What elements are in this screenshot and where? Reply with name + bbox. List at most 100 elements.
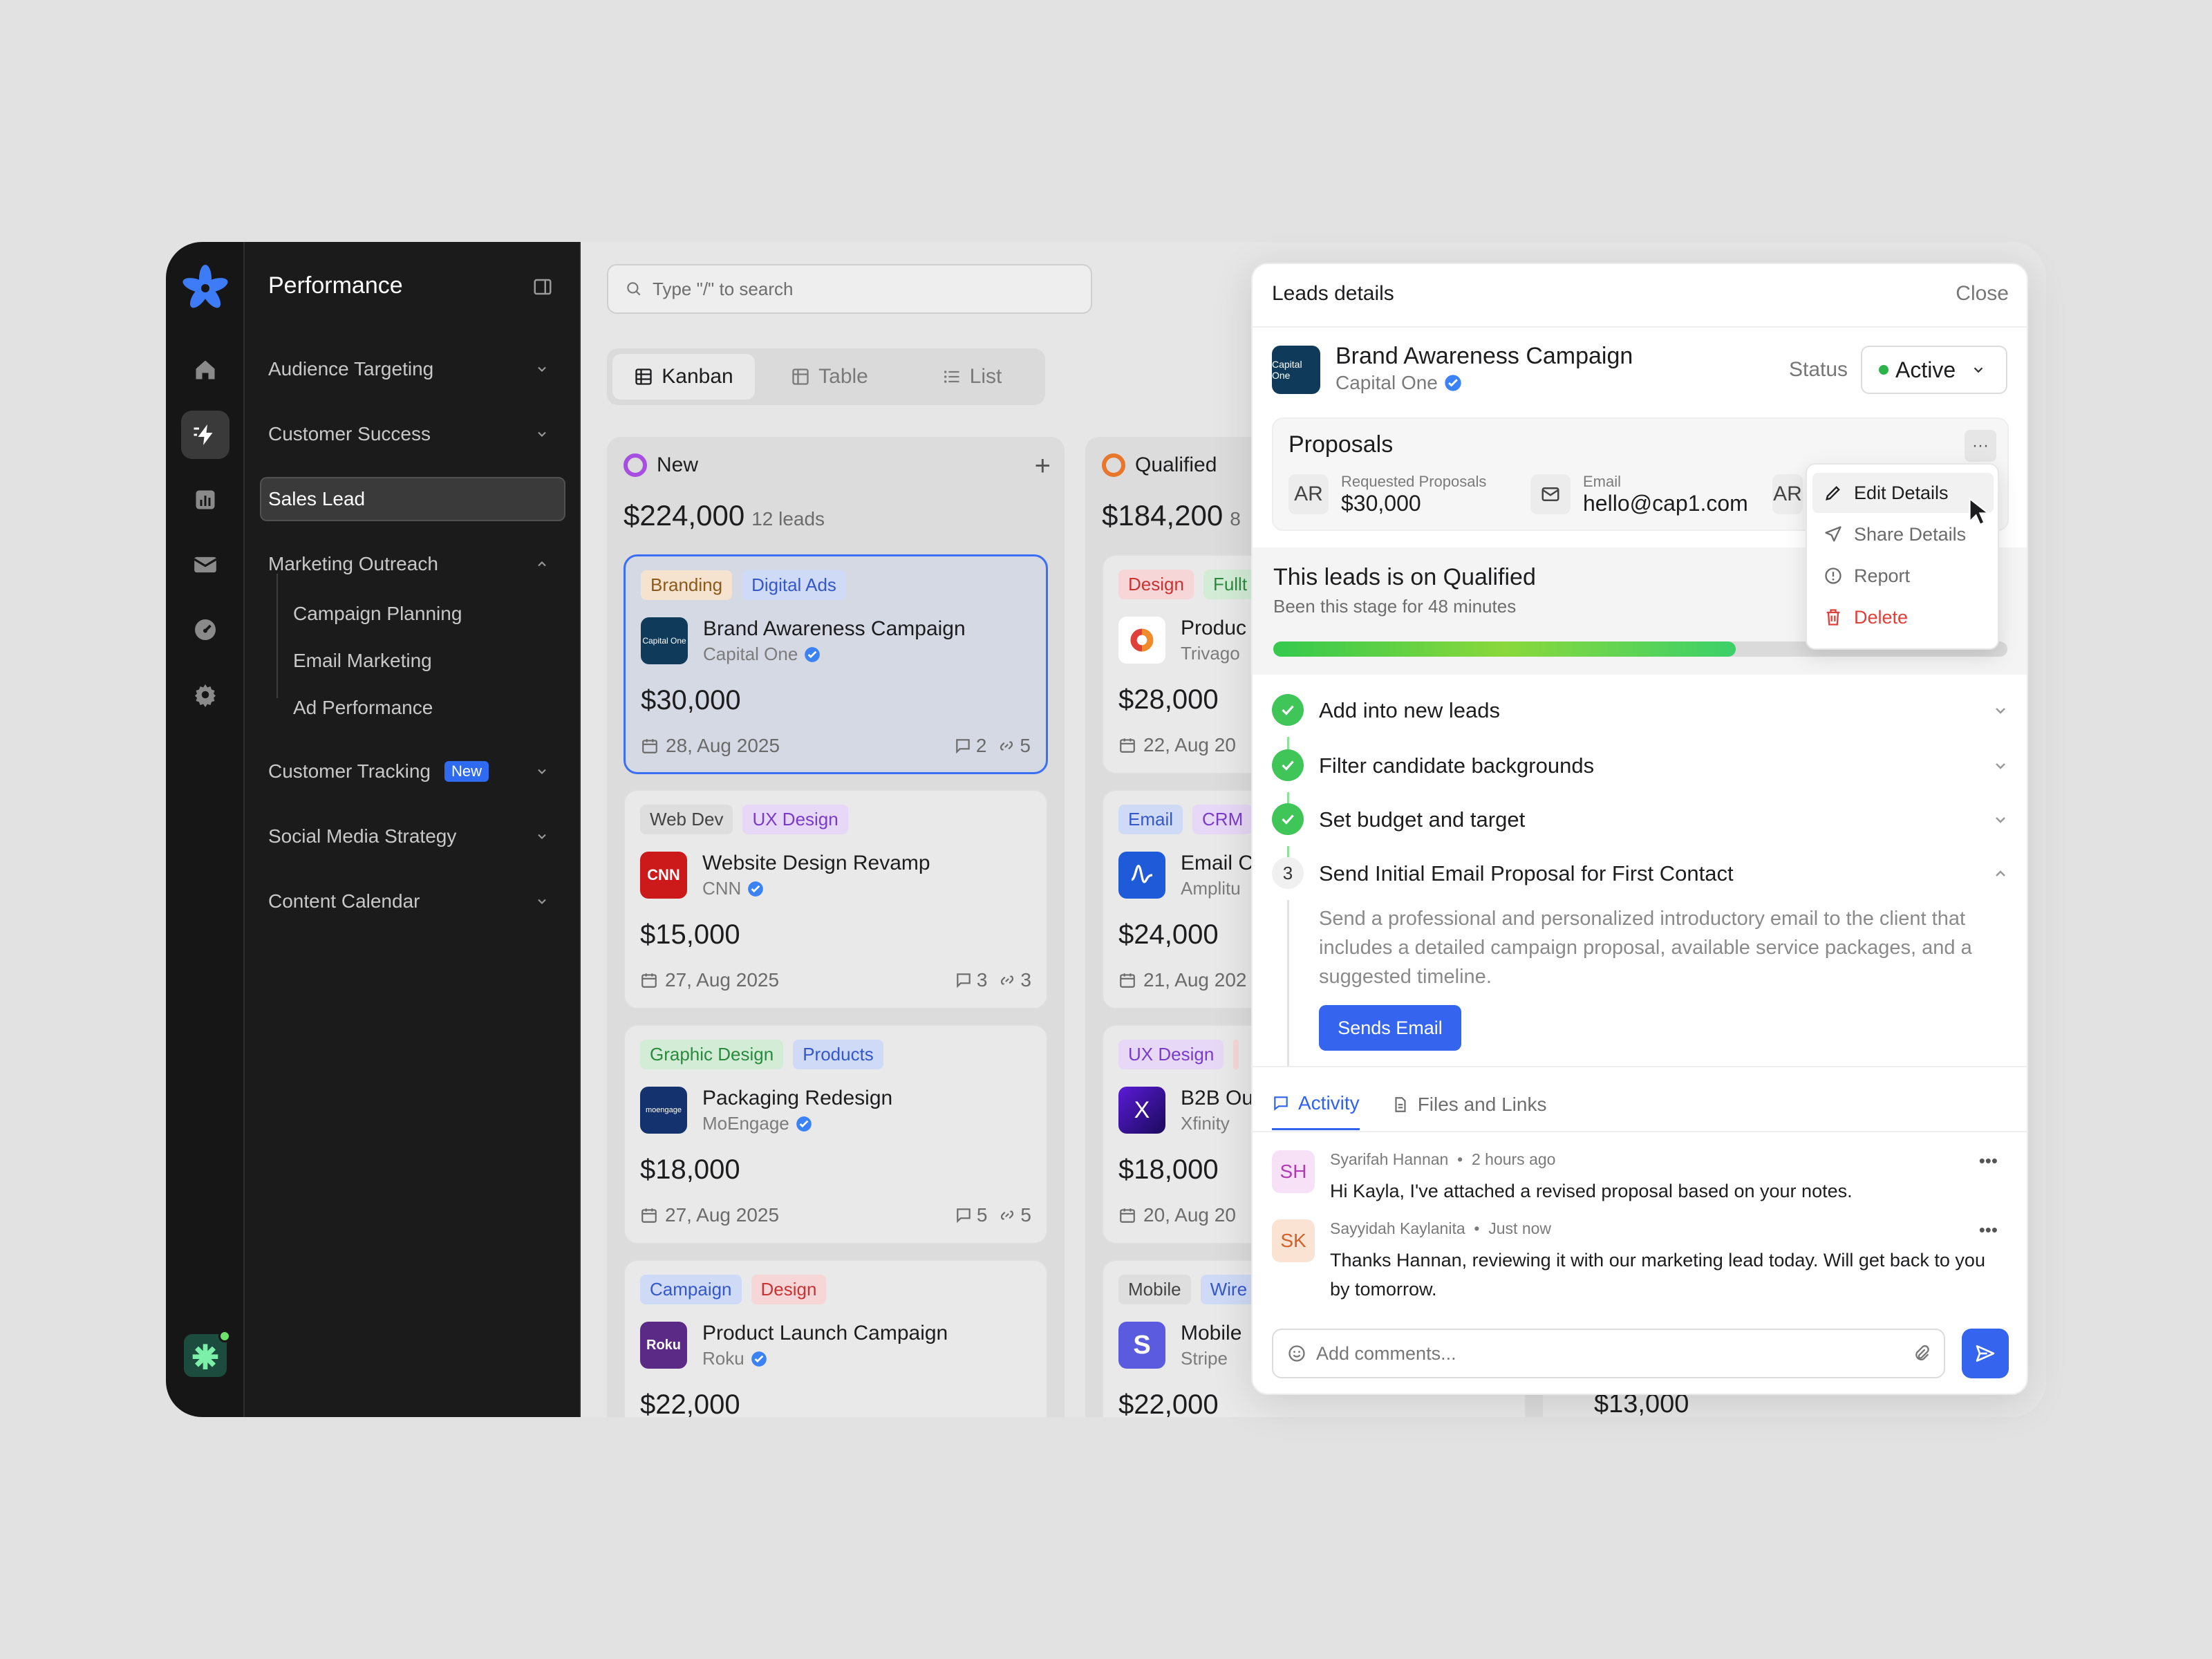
sidebar-item-customer-success[interactable]: Customer Success (268, 412, 559, 456)
divider (1253, 1131, 2027, 1132)
tag: Design (751, 1275, 827, 1304)
step-item[interactable]: Filter candidate backgrounds (1272, 745, 2009, 787)
calendar-icon (641, 1208, 657, 1223)
sidebar-collapse-icon[interactable] (532, 276, 553, 297)
sidebar-item-sales-lead[interactable]: Sales Lead (260, 477, 565, 521)
share-send-icon (1825, 526, 1841, 542)
sidebar-item-label: Customer Success (268, 423, 431, 444)
sidebar-item-customer-tracking[interactable]: Customer Tracking New (268, 749, 559, 794)
comment-item: SK Sayyidah Kaylanita • Just now Thanks … (1272, 1219, 2009, 1309)
lead-meta: 25 (954, 735, 1031, 757)
kanban-column-new: New + $224,000 12 leads Branding Digital A… (607, 437, 1065, 1417)
link-icon (1001, 975, 1014, 985)
sidebar-item-social-media-strategy[interactable]: Social Media Strategy (268, 814, 559, 859)
mouse-cursor-icon (1969, 498, 1989, 527)
workspace-avatar[interactable] (184, 1330, 231, 1377)
step-item-expanded[interactable]: 3 Send Initial Email Proposal for First … (1272, 853, 2009, 894)
lead-company: MoEngage (702, 1113, 813, 1134)
step-item[interactable]: Set budget and target (1272, 799, 2009, 841)
column-title: Qualified (1135, 453, 1217, 476)
menu-item-share-details[interactable]: Share Details (1812, 514, 1994, 554)
lead-amount: $28,000 (1118, 684, 1219, 715)
add-lead-button[interactable]: + (1035, 451, 1051, 482)
lead-title: Website Design Revamp (702, 852, 930, 874)
lead-card[interactable]: Web Dev UX Design CNN Website Design Reva… (624, 789, 1048, 1009)
sidebar-item-content-calendar[interactable]: Content Calendar (268, 879, 559, 924)
sidebar-subitem-email-marketing[interactable]: Email Marketing (293, 650, 432, 672)
chevron-down-icon (1996, 763, 2005, 769)
menu-item-delete[interactable]: Delete (1812, 597, 1994, 637)
mail-icon[interactable] (181, 541, 229, 589)
trash-icon (1826, 609, 1840, 626)
lead-card[interactable]: Campaign Design Roku Product Launch Campa… (624, 1259, 1048, 1417)
comment-icon (957, 973, 971, 988)
calendar-icon (1120, 1208, 1135, 1223)
tab-table[interactable]: Table (760, 354, 899, 400)
lead-title: Mobile (1181, 1322, 1242, 1344)
search-input[interactable]: Type "/" to search (607, 264, 1092, 314)
home-icon[interactable] (181, 346, 229, 394)
step-description: Send a professional and personalized int… (1319, 908, 1972, 988)
check-circle-icon (1272, 803, 1304, 835)
tag: Graphic Design (640, 1040, 784, 1069)
step-item[interactable]: Add into new leads (1272, 690, 2009, 731)
send-button[interactable] (1962, 1329, 2009, 1378)
lead-card[interactable]: Graphic Design Products moengage Packagin… (624, 1024, 1048, 1244)
lead-company: Stripe (1181, 1348, 1228, 1369)
step-title: Send Initial Email Proposal for First Co… (1319, 861, 1734, 885)
tab-activity[interactable]: Activity (1272, 1092, 1360, 1130)
tag: Fullt (1203, 570, 1257, 599)
comment-more-button[interactable]: ••• (1979, 1150, 1998, 1172)
sidebar-item-audience-targeting[interactable]: Audience Targeting (268, 347, 559, 391)
lead-date: 28, Aug 2025 (641, 735, 780, 757)
kanban-grid-icon (635, 368, 652, 385)
settings-gear-icon[interactable] (181, 671, 229, 719)
sidebar-subitem-campaign-planning[interactable]: Campaign Planning (293, 603, 462, 625)
sidebar: Performance Audience Targeting Customer … (245, 242, 581, 1417)
sidebar-item-marketing-outreach[interactable]: Marketing Outreach (268, 542, 559, 586)
sends-email-button[interactable]: Sends Email (1319, 1005, 1461, 1051)
lead-card[interactable]: Branding Digital Ads Capital One Brand Aw… (624, 554, 1048, 774)
list-icon (944, 371, 959, 383)
comment-input[interactable]: Add comments... (1272, 1329, 1945, 1378)
status-dropdown[interactable]: Active (1861, 346, 2007, 394)
lead-amount: $22,000 (640, 1389, 740, 1417)
more-options-button[interactable]: ··· (1965, 430, 1996, 462)
lead-date: 21, Aug 202 (1118, 969, 1246, 991)
brand-logo-icon (181, 264, 229, 312)
tag: Web Dev (640, 805, 733, 834)
stage-duration: Been this stage for 48 minutes (1273, 596, 1517, 617)
gauge-icon[interactable] (181, 606, 229, 654)
verified-badge-icon (805, 646, 821, 662)
activity-tabs: Activity Files and Links (1272, 1092, 1546, 1130)
mail-icon (1530, 474, 1571, 514)
step-title: Filter candidate backgrounds (1319, 753, 1595, 778)
step-connector (1287, 900, 1289, 1066)
sidebar-item-label: Customer Tracking (268, 760, 431, 782)
tag: UX Design (1118, 1040, 1224, 1069)
lead-company: Xfinity (1181, 1113, 1230, 1134)
chart-icon[interactable] (181, 476, 229, 524)
chevron-down-icon (535, 830, 549, 843)
avatar: AR (1288, 474, 1329, 514)
chevron-down-icon (535, 894, 549, 908)
divider (1253, 326, 2027, 328)
lead-title: Email C (1181, 852, 1254, 874)
menu-item-edit-details[interactable]: Edit Details (1812, 473, 1994, 513)
close-button[interactable]: Close (1956, 282, 2009, 306)
online-status-dot (218, 1330, 231, 1342)
tab-files-and-links[interactable]: Files and Links (1391, 1092, 1546, 1130)
tab-kanban[interactable]: Kanban (612, 354, 755, 400)
performance-icon[interactable] (181, 411, 229, 459)
paperclip-icon[interactable] (1912, 1344, 1931, 1363)
sidebar-subitem-ad-performance[interactable]: Ad Performance (293, 697, 433, 719)
menu-item-report[interactable]: Report (1812, 556, 1994, 596)
lead-title: Brand Awareness Campaign (703, 617, 966, 640)
comment-more-button[interactable]: ••• (1979, 1219, 1998, 1241)
lead-amount: $30,000 (641, 685, 741, 715)
chevron-down-icon (1996, 817, 2005, 823)
link-icon (1001, 1210, 1014, 1220)
email-value[interactable]: hello@cap1.com (1583, 491, 1748, 516)
comment-author: Syarifah Hannan • 2 hours ago (1330, 1150, 1556, 1168)
tab-list[interactable]: List (904, 354, 1040, 400)
